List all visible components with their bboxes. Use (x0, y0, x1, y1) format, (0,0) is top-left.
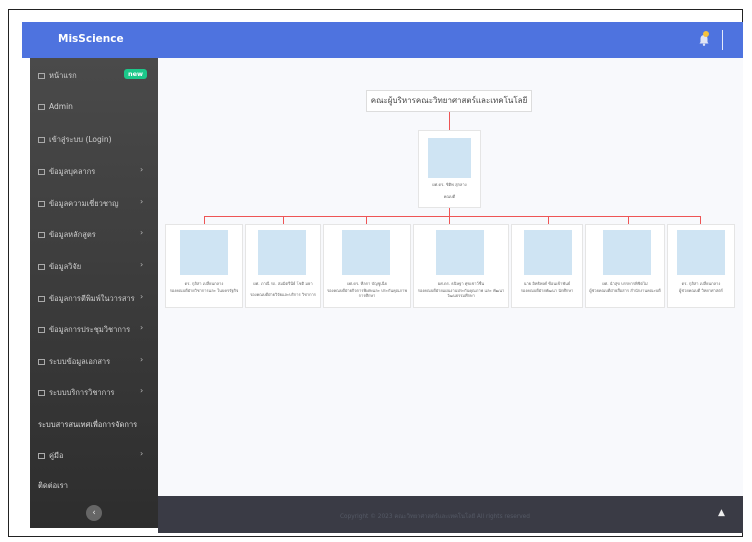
member-name: ผศ. ภาณี รถ. สมมิตรีนีย์ โชติ มยา (253, 281, 313, 286)
member-role: ผู้ช่วยคณบดีฝ่ายสื่อสาร สำนักงานคณะบดี (589, 288, 661, 293)
member-role: ผู้ช่วยคณบดี วิทยาศาสตร์ (679, 288, 723, 293)
member-role: รองคณบดีฝ่ายวิชาการและ ในบครรัฐกิจ (169, 288, 239, 293)
member-name: ผศ.ดร. ทีลกา บัญชูเนีย (347, 281, 387, 286)
member-photo (258, 230, 306, 275)
connector-line (449, 216, 450, 224)
chevron-right-icon: › (140, 323, 144, 332)
member-photo (436, 230, 484, 275)
member-name: ผศ.ดร. ธนิษฐา ศุขเชาว์ชื่น (437, 281, 485, 286)
member-photo (603, 230, 651, 275)
notification-dot (703, 31, 709, 37)
grid-icon (38, 232, 45, 238)
member-name: ดร. กุลิสา เปลี่ยนกลาง (681, 281, 721, 286)
member-role: รองคณบดีฝ่ายกิจการพิเศษและ ประกันคุณภาพก… (326, 288, 408, 298)
sidebar-item-admin[interactable]: Admin (38, 102, 73, 111)
chevron-right-icon: › (140, 355, 144, 364)
new-badge: new (124, 69, 148, 79)
grid-icon (38, 390, 45, 396)
member-role: รองคณบดีฝ่ายวิจัยและบริการ วิชาการ (250, 292, 316, 297)
grid-icon (38, 327, 45, 333)
org-chart-title: คณะผู้บริหารคณะวิทยาศาสตร์และเทคโนโลยี (366, 90, 532, 112)
dean-photo (428, 138, 471, 178)
member-role: รองคณบดีฝ่ายแผนงานประกันคุณภาพ และ พัฒนา… (417, 288, 505, 298)
chevron-left-icon[interactable]: ‹ (86, 505, 102, 521)
sidebar-item-publication[interactable]: ข้อมูลการตีพิมพ์ในวารสาร (38, 293, 135, 305)
sidebar-item-login[interactable]: เข้าสู่ระบบ (Login) (38, 134, 112, 146)
brand-title[interactable]: MisScience (58, 33, 124, 45)
connector-line (449, 112, 450, 130)
sidebar-item-conference[interactable]: ข้อมูลการประชุมวิชาการ (38, 324, 130, 336)
chevron-right-icon: › (140, 449, 144, 458)
grid-icon (38, 359, 45, 365)
sidebar-item-personnel[interactable]: ข้อมูลบุคลากร (38, 166, 95, 178)
sidebar-item-contact[interactable]: ติดต่อเรา (38, 480, 68, 492)
chevron-right-icon: › (140, 197, 144, 206)
connector-line (204, 216, 700, 217)
member-role: รองคณบดีฝ่ายพัฒนา นักศึกษา (520, 288, 574, 293)
grid-icon (38, 201, 45, 207)
member-photo (342, 230, 390, 275)
sidebar-item-expertise[interactable]: ข้อมูลความเชี่ยวชาญ (38, 198, 119, 210)
member-name: นาย อิทธิพงศ์ ซ้อนเข้าพันธ์ (523, 281, 571, 286)
grid-icon (38, 104, 45, 110)
top-navbar (22, 22, 743, 58)
grid-icon (38, 453, 45, 459)
member-photo (180, 230, 228, 275)
chevron-up-icon[interactable]: ▲ (718, 508, 725, 518)
chevron-right-icon: › (140, 386, 144, 395)
sidebar-item-manual[interactable]: คู่มือ (38, 450, 63, 462)
connector-line (700, 216, 701, 224)
sidebar-item-curriculum[interactable]: ข้อมูลหลักสูตร (38, 229, 96, 241)
chevron-right-icon: › (140, 165, 144, 174)
grid-icon (38, 264, 45, 270)
sidebar-item-documents[interactable]: ระบบข้อมูลเอกสาร (38, 356, 110, 368)
sidebar-item-services[interactable]: ระบบบริการวิชาการ (38, 387, 114, 399)
grid-icon (38, 296, 45, 302)
connector-line (628, 216, 629, 224)
dean-role: คณบดี (443, 194, 456, 199)
connector-line (283, 216, 284, 224)
chevron-right-icon: › (140, 228, 144, 237)
member-name: ดร. กุลิสา เปลี่ยนกลาง (184, 281, 224, 286)
sidebar-item-mis[interactable]: ระบบสารสนเทศเพื่อการจัดการ (38, 419, 137, 431)
grid-icon (38, 169, 45, 175)
sidebar-item-research[interactable]: ข้อมูลวิจัย (38, 261, 81, 273)
chevron-right-icon: › (140, 260, 144, 269)
topbar-divider (722, 30, 723, 50)
connector-line (204, 216, 205, 224)
dean-name: ผศ.ดร. ชิติพ สุกลาง (432, 182, 467, 187)
chevron-right-icon: › (140, 292, 144, 301)
connector-line (548, 216, 549, 224)
copyright-text: Copyright © 2023 คณะวิทยาศาสตร์และเทคโนโ… (340, 514, 530, 520)
member-photo (677, 230, 725, 275)
grid-icon (38, 73, 45, 79)
connector-line (366, 216, 367, 224)
sidebar-item-home[interactable]: หน้าแรก (38, 70, 77, 82)
grid-icon (38, 137, 45, 143)
member-name: ผศ. นำสุข บรรหารพิชิตไม่ (602, 281, 648, 286)
member-photo (524, 230, 572, 275)
